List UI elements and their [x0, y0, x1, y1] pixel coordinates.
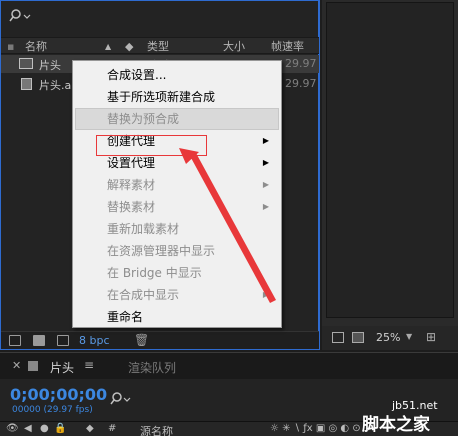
menu-item-reveal-in-composition[interactable]: 在合成中显示 ▶ — [75, 284, 279, 306]
column-size[interactable]: 大小 — [223, 39, 245, 54]
label-tag-icon[interactable]: ◆ — [86, 423, 94, 434]
project-column-header: ▪ 名称 ▲ ◆ 类型 大小 帧速率 — [1, 37, 319, 54]
submenu-arrow-icon: ▶ — [262, 158, 269, 167]
context-menu: 合成设置... 基于所选项新建合成 替换为预合成 创建代理 ▶ 设置代理 ▶ 解释素… — [72, 60, 282, 328]
submenu-arrow-icon: ▶ — [262, 136, 269, 145]
lock-icon[interactable]: 🔒 — [54, 423, 66, 434]
fit-icon[interactable]: ⊞ — [426, 330, 436, 344]
menu-item-label: 替换素材 — [107, 200, 156, 214]
item-name: 片头 — [39, 59, 61, 72]
submenu-arrow-icon: ▶ — [262, 290, 269, 299]
project-search[interactable] — [5, 7, 305, 29]
menu-item-label: 在合成中显示 — [107, 288, 180, 302]
menu-item-reveal-in-explorer[interactable]: 在资源管理器中显示 — [75, 240, 279, 262]
submenu-arrow-icon: ▶ — [262, 202, 269, 211]
timeline-tabs: ✕ 片头 ≡ 渲染队列 — [0, 353, 458, 379]
new-composition-icon[interactable] — [57, 335, 69, 346]
menu-item-composition-settings[interactable]: 合成设置... — [75, 64, 279, 86]
column-type[interactable]: 类型 — [147, 39, 169, 54]
composition-icon — [28, 361, 38, 371]
menu-item-label: 在 Bridge 中显示 — [107, 266, 202, 280]
search-icon[interactable] — [5, 7, 35, 23]
menu-item-label: 解释素材 — [107, 178, 156, 192]
tab-menu-icon[interactable]: ≡ — [84, 358, 94, 372]
menu-item-label: 设置代理 — [107, 156, 156, 170]
menu-item-label: 在资源管理器中显示 — [107, 244, 216, 258]
bpc-button[interactable]: 8 bpc — [79, 334, 110, 347]
trash-icon[interactable]: 🗑 — [134, 333, 149, 347]
item-frame-rate: 29.97 — [285, 77, 317, 90]
current-time-display[interactable]: 0;00;00;00 — [10, 385, 107, 404]
project-bottom-toolbar: 8 bpc 🗑 — [1, 331, 319, 349]
menu-item-rename[interactable]: 重命名 — [75, 306, 279, 328]
close-icon[interactable]: ✕ — [12, 359, 21, 372]
tag-icon[interactable]: ◆ — [125, 39, 133, 54]
zoom-dropdown-icon[interactable]: ▼ — [406, 332, 412, 341]
column-source-name[interactable]: 源名称 — [140, 423, 173, 436]
menu-item-reload-footage[interactable]: 重新加载素材 — [75, 218, 279, 240]
item-frame-rate: 29.97 — [285, 57, 317, 70]
frame-info: 00000 (29.97 fps) — [12, 405, 93, 415]
zoom-level[interactable]: 25% — [376, 331, 400, 344]
column-name[interactable]: 名称 — [25, 39, 47, 54]
switches-icons: ☼ ✳ ∖ ƒx ▣ ◎ ◐ ⊙ — [270, 423, 361, 434]
layer-number-icon: # — [108, 423, 117, 434]
tab-render-queue[interactable]: 渲染队列 — [128, 359, 176, 376]
viewer-canvas[interactable] — [326, 2, 454, 318]
sort-ascending-icon[interactable]: ▲ — [105, 39, 111, 54]
label-column-icon: ▪ — [7, 40, 15, 53]
menu-item-label: 替换为预合成 — [107, 112, 180, 126]
footage-file-icon — [21, 78, 32, 90]
video-switch-icon[interactable]: 👁 — [6, 423, 19, 434]
viewer-toolbar: 25% ▼ ⊞ — [322, 326, 458, 350]
search-icon[interactable] — [108, 391, 134, 407]
interpret-footage-icon[interactable] — [9, 335, 21, 346]
tab-composition[interactable]: 片头 — [50, 359, 74, 376]
column-frame-rate[interactable]: 帧速率 — [271, 39, 304, 54]
menu-item-label: 合成设置... — [107, 68, 167, 82]
annotation-highlight-box — [96, 135, 207, 156]
always-preview-icon[interactable] — [332, 332, 344, 343]
composition-viewer-panel — [322, 0, 458, 350]
solo-icon[interactable]: ● — [40, 423, 49, 434]
menu-item-label: 重新加载素材 — [107, 222, 180, 236]
menu-item-new-comp-from-selection[interactable]: 基于所选项新建合成 — [75, 86, 279, 108]
menu-item-reveal-in-bridge[interactable]: 在 Bridge 中显示 — [75, 262, 279, 284]
snapshot-icon[interactable] — [352, 332, 364, 343]
submenu-arrow-icon: ▶ — [262, 180, 269, 189]
watermark-name: 脚本之家 — [362, 415, 430, 435]
audio-switch-icon[interactable]: ◀ — [24, 423, 32, 434]
menu-item-replace-with-precomp[interactable]: 替换为预合成 — [75, 108, 279, 130]
new-folder-icon[interactable] — [33, 335, 45, 346]
menu-item-label: 重命名 — [107, 310, 144, 324]
menu-item-replace-footage[interactable]: 替换素材 ▶ — [75, 196, 279, 218]
composition-icon — [19, 58, 33, 69]
item-name: 片头.a — [39, 79, 72, 92]
menu-item-interpret-footage[interactable]: 解释素材 ▶ — [75, 174, 279, 196]
menu-item-label: 基于所选项新建合成 — [107, 90, 216, 104]
